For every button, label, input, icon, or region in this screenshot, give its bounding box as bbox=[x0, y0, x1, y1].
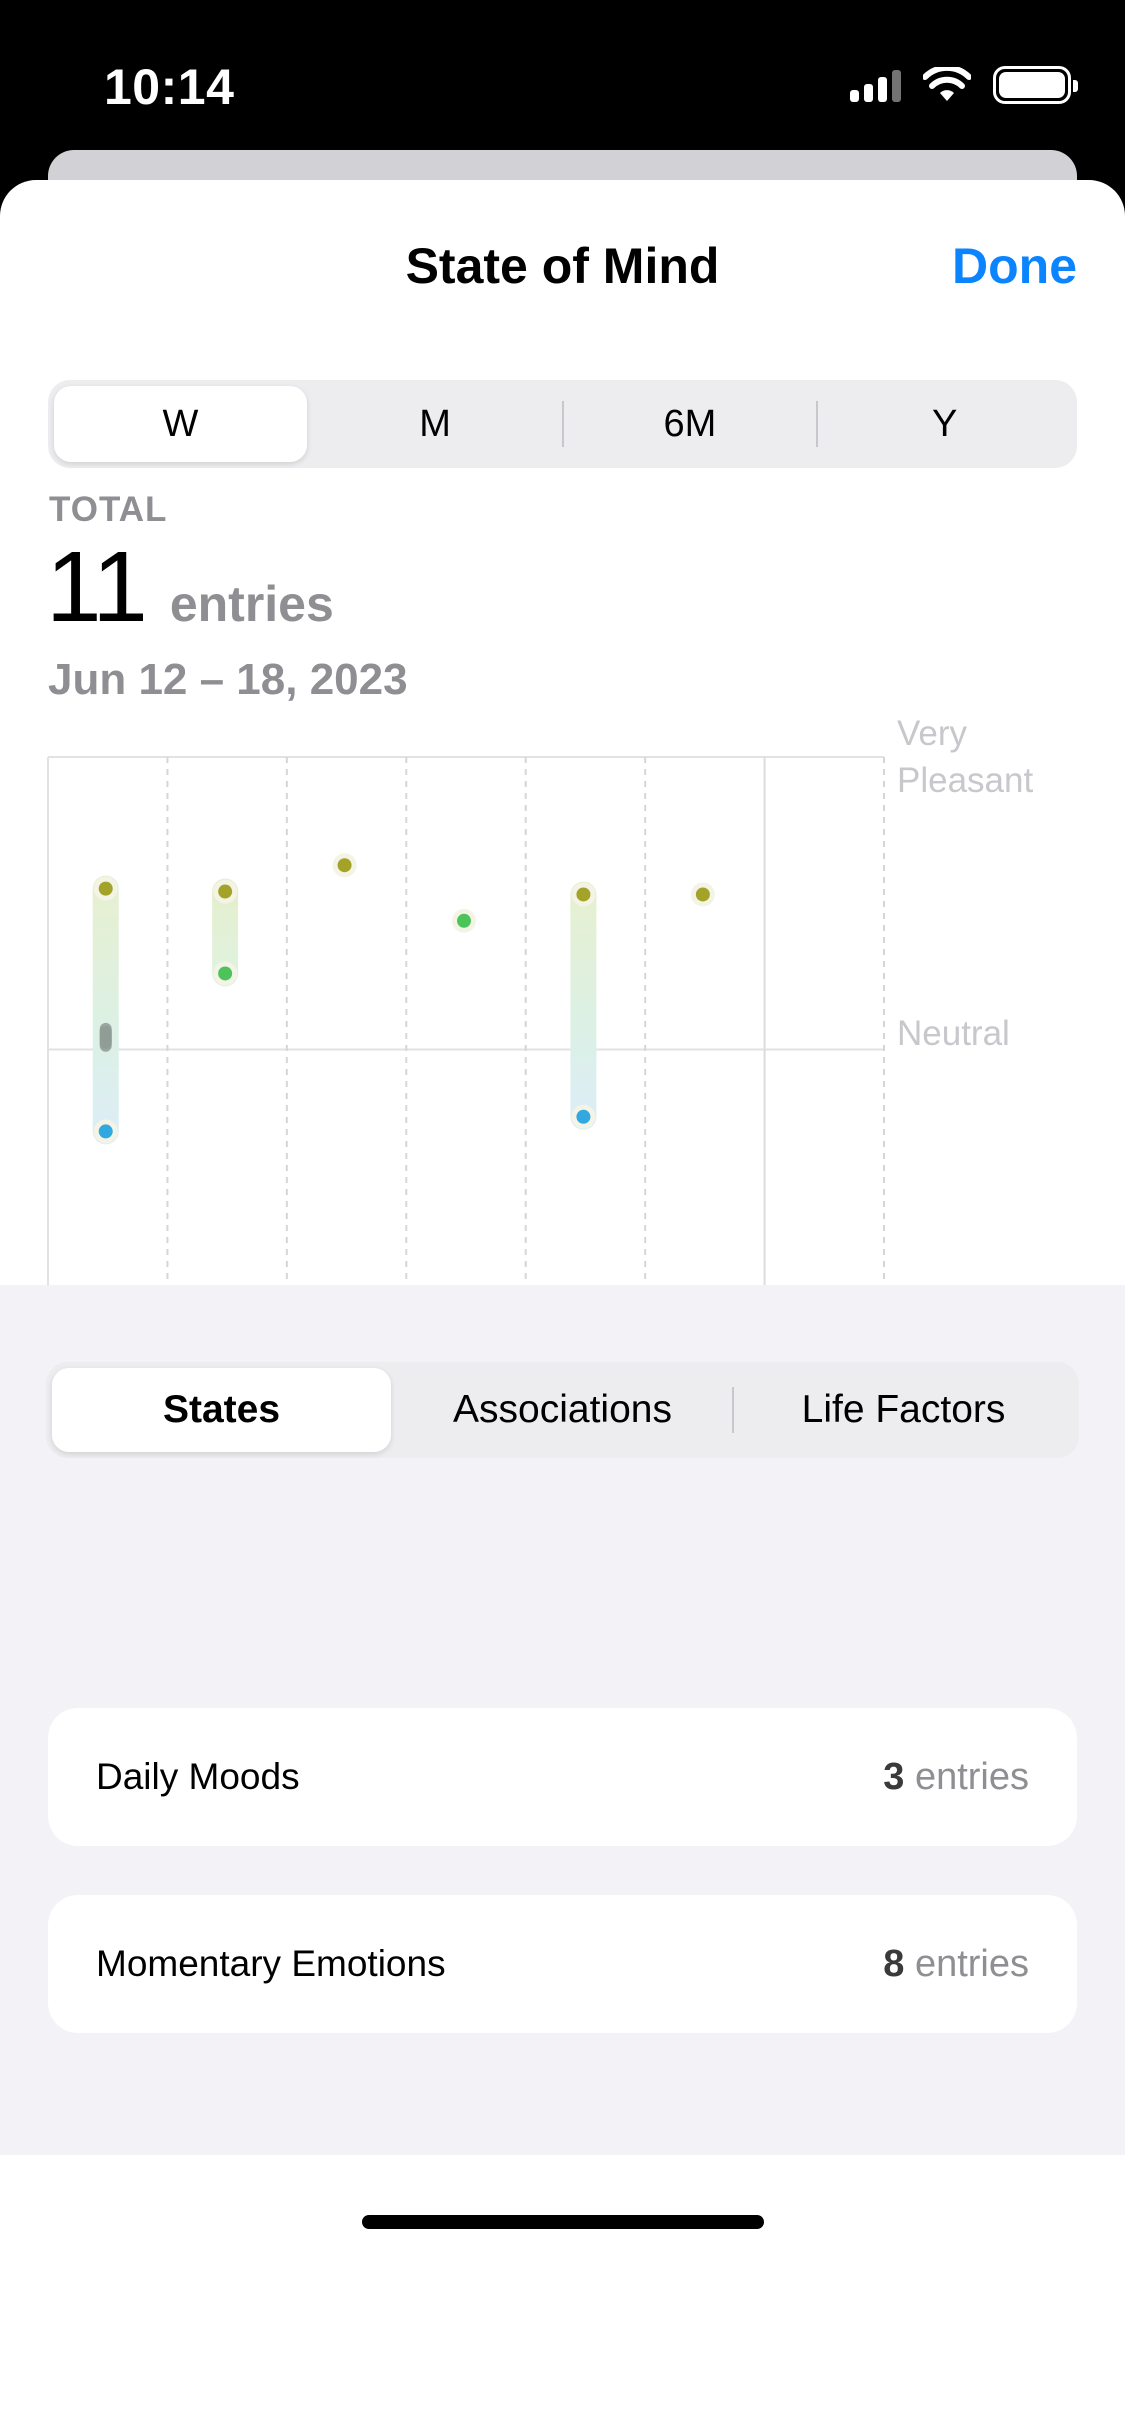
total-value: 11 entries bbox=[46, 530, 334, 645]
wifi-icon bbox=[923, 67, 971, 101]
data-point-halo bbox=[332, 853, 357, 878]
row-title: Daily Moods bbox=[96, 1756, 300, 1797]
data-point-halo bbox=[213, 961, 238, 986]
status-bar: 10:14 bbox=[0, 0, 1125, 150]
tab-states[interactable]: States bbox=[52, 1368, 391, 1452]
tab-life-factors[interactable]: Life Factors bbox=[734, 1368, 1073, 1452]
data-point bbox=[457, 913, 471, 928]
data-point-halo bbox=[93, 876, 118, 901]
momentary-emotions-row[interactable]: Momentary Emotions 8 entries bbox=[48, 1895, 1077, 2033]
data-point bbox=[337, 858, 352, 873]
data-point bbox=[98, 1124, 113, 1139]
home-indicator bbox=[362, 2215, 764, 2229]
total-count: 11 bbox=[46, 531, 148, 643]
row-title: Momentary Emotions bbox=[96, 1943, 446, 1984]
data-point bbox=[576, 887, 591, 902]
data-point-halo bbox=[93, 1119, 118, 1144]
battery-icon bbox=[993, 66, 1078, 104]
cellular-signal-icon bbox=[850, 68, 901, 102]
status-icons bbox=[850, 66, 1078, 104]
data-point bbox=[98, 881, 113, 896]
data-point bbox=[218, 884, 233, 899]
y-label-neutral: Neutral bbox=[897, 1014, 1010, 1053]
tab-month[interactable]: M bbox=[309, 386, 562, 462]
status-time: 10:14 bbox=[104, 59, 235, 115]
time-range-segmented-control: W M 6M Y bbox=[48, 380, 1077, 468]
data-point-halo bbox=[571, 1104, 596, 1129]
data-point bbox=[99, 1022, 112, 1049]
tab-associations[interactable]: Associations bbox=[393, 1368, 732, 1452]
y-label-very-pleasant: Very Pleasant bbox=[897, 714, 1034, 800]
data-point bbox=[218, 966, 233, 981]
data-point bbox=[695, 887, 710, 902]
data-point-halo bbox=[452, 908, 476, 933]
tab-six-months[interactable]: 6M bbox=[564, 386, 817, 462]
range-bar bbox=[570, 881, 597, 1130]
detail-segmented-control: States Associations Life Factors bbox=[46, 1362, 1079, 1458]
daily-moods-row[interactable]: Daily Moods 3 entries bbox=[48, 1708, 1077, 1846]
data-point bbox=[99, 1025, 112, 1052]
tab-week[interactable]: W bbox=[54, 386, 307, 462]
range-bar bbox=[92, 875, 119, 1145]
data-point bbox=[576, 1109, 591, 1124]
range-bar bbox=[212, 878, 239, 987]
date-range: Jun 12 – 18, 2023 bbox=[48, 655, 408, 704]
tab-year[interactable]: Y bbox=[818, 386, 1071, 462]
total-label: TOTAL bbox=[49, 490, 168, 529]
done-button[interactable]: Done bbox=[952, 237, 1077, 295]
data-point-halo bbox=[690, 882, 715, 907]
data-point-halo bbox=[571, 882, 596, 907]
total-unit: entries bbox=[169, 576, 334, 632]
data-point-halo bbox=[213, 879, 238, 904]
row-value: 3 entries bbox=[883, 1755, 1029, 1798]
row-value: 8 entries bbox=[883, 1942, 1029, 1985]
